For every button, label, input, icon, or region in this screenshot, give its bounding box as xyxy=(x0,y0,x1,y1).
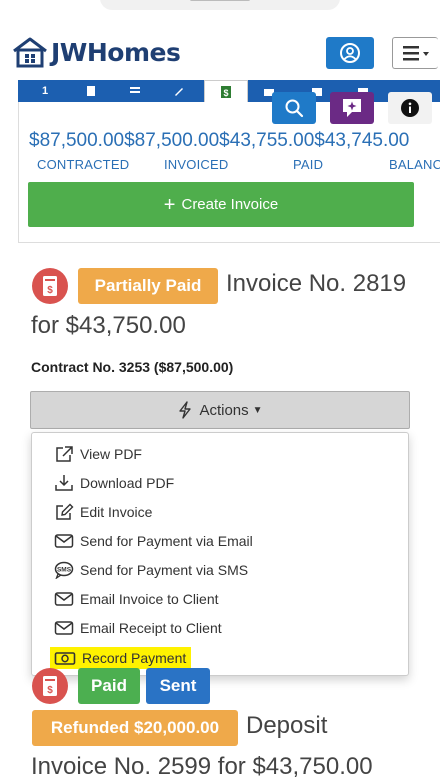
menu-item-edit-invoice[interactable]: Edit Invoice xyxy=(54,501,152,523)
tab-invoices[interactable]: $ xyxy=(204,80,248,102)
house-icon xyxy=(12,36,48,68)
menu-item-download-pdf[interactable]: Download PDF xyxy=(54,472,174,494)
download-icon xyxy=(55,475,73,491)
summary-amounts: $87,500.00$87,500.00$43,755.00$43,745.00 xyxy=(29,130,410,151)
contract-reference[interactable]: Contract No. 3253 ($87,500.00) xyxy=(31,359,233,375)
invoice-deposit-label: Deposit xyxy=(246,712,328,739)
paid-label: PAID xyxy=(293,157,324,172)
external-link-icon xyxy=(56,446,73,462)
brand-name: JWHomes xyxy=(51,37,181,67)
menu-item-send-payment-email[interactable]: Send for Payment via Email xyxy=(54,530,253,552)
status-badge-sent: Sent xyxy=(146,668,210,704)
section-divider xyxy=(18,242,440,243)
status-badge-partially-paid: Partially Paid xyxy=(78,268,218,304)
menu-item-record-payment[interactable]: Record Payment xyxy=(50,647,192,669)
plus-icon: + xyxy=(163,193,176,216)
menu-item-email-invoice[interactable]: Email Invoice to Client xyxy=(54,588,219,610)
invoice-summary-panel: $87,500.00$87,500.00$43,755.00$43,745.00… xyxy=(18,102,440,242)
list-icon xyxy=(130,87,140,93)
sms-icon: SMS xyxy=(54,561,74,579)
status-badge-refunded: Refunded $20,000.00 xyxy=(32,710,238,746)
svg-text:$: $ xyxy=(223,88,228,98)
user-profile-button[interactable] xyxy=(326,37,374,69)
document-icon xyxy=(87,86,95,96)
brand-logo[interactable]: JWHomes xyxy=(12,36,181,68)
envelope-icon xyxy=(54,592,74,606)
caret-down-icon: ▼ xyxy=(252,404,263,416)
svg-text:$: $ xyxy=(47,285,53,296)
actions-dropdown-button[interactable]: Actions ▼ xyxy=(30,391,410,429)
create-invoice-label: Create Invoice xyxy=(181,196,279,213)
invoice-title-line1[interactable]: Invoice No. 2819 xyxy=(226,270,406,298)
project-tab-strip: 1 $ xyxy=(18,80,440,102)
contracted-label: CONTRACTED xyxy=(37,157,130,172)
menu-item-send-payment-sms[interactable]: SMS Send for Payment via SMS xyxy=(54,559,248,581)
invoice-pdf-icon[interactable]: $ xyxy=(32,668,68,704)
tab-list[interactable] xyxy=(122,80,148,102)
envelope-icon xyxy=(54,534,74,548)
hamburger-menu-button[interactable] xyxy=(392,37,438,69)
status-badge-paid: Paid xyxy=(78,668,140,704)
tab-edit[interactable] xyxy=(166,80,192,102)
edit-icon xyxy=(175,88,183,96)
browser-url-bar[interactable] xyxy=(100,0,340,10)
app-header: JWHomes xyxy=(0,22,440,84)
invoice-pdf-icon[interactable]: $ xyxy=(32,268,68,304)
actions-label: Actions xyxy=(199,401,249,419)
envelope-icon xyxy=(54,621,74,635)
menu-item-email-receipt[interactable]: Email Receipt to Client xyxy=(54,617,222,639)
tab-number[interactable]: 1 xyxy=(32,80,58,102)
menu-item-view-pdf[interactable]: View PDF xyxy=(54,443,142,465)
invoice-icon: $ xyxy=(221,85,231,98)
screen: JWHomes 1 $ $87,500.00$87,500.00$43,755.… xyxy=(0,0,440,781)
edit-icon xyxy=(56,503,74,520)
invoice-title-line2: for $43,750.00 xyxy=(31,312,186,339)
bolt-icon xyxy=(179,401,192,419)
create-invoice-button[interactable]: + Create Invoice xyxy=(28,182,414,227)
user-circle-icon xyxy=(340,43,360,63)
money-icon xyxy=(54,652,76,665)
invoiced-label: INVOICED xyxy=(164,157,229,172)
hamburger-icon xyxy=(402,46,429,61)
tab-document[interactable] xyxy=(78,80,104,102)
svg-text:SMS: SMS xyxy=(57,567,72,574)
balance-label: BALANCE xyxy=(389,157,440,172)
actions-dropdown-menu: View PDF Download PDF Edit Invoice Send … xyxy=(31,432,409,676)
svg-text:$: $ xyxy=(47,685,53,696)
invoice-title-2599[interactable]: Invoice No. 2599 for $43,750.00 xyxy=(31,753,373,781)
